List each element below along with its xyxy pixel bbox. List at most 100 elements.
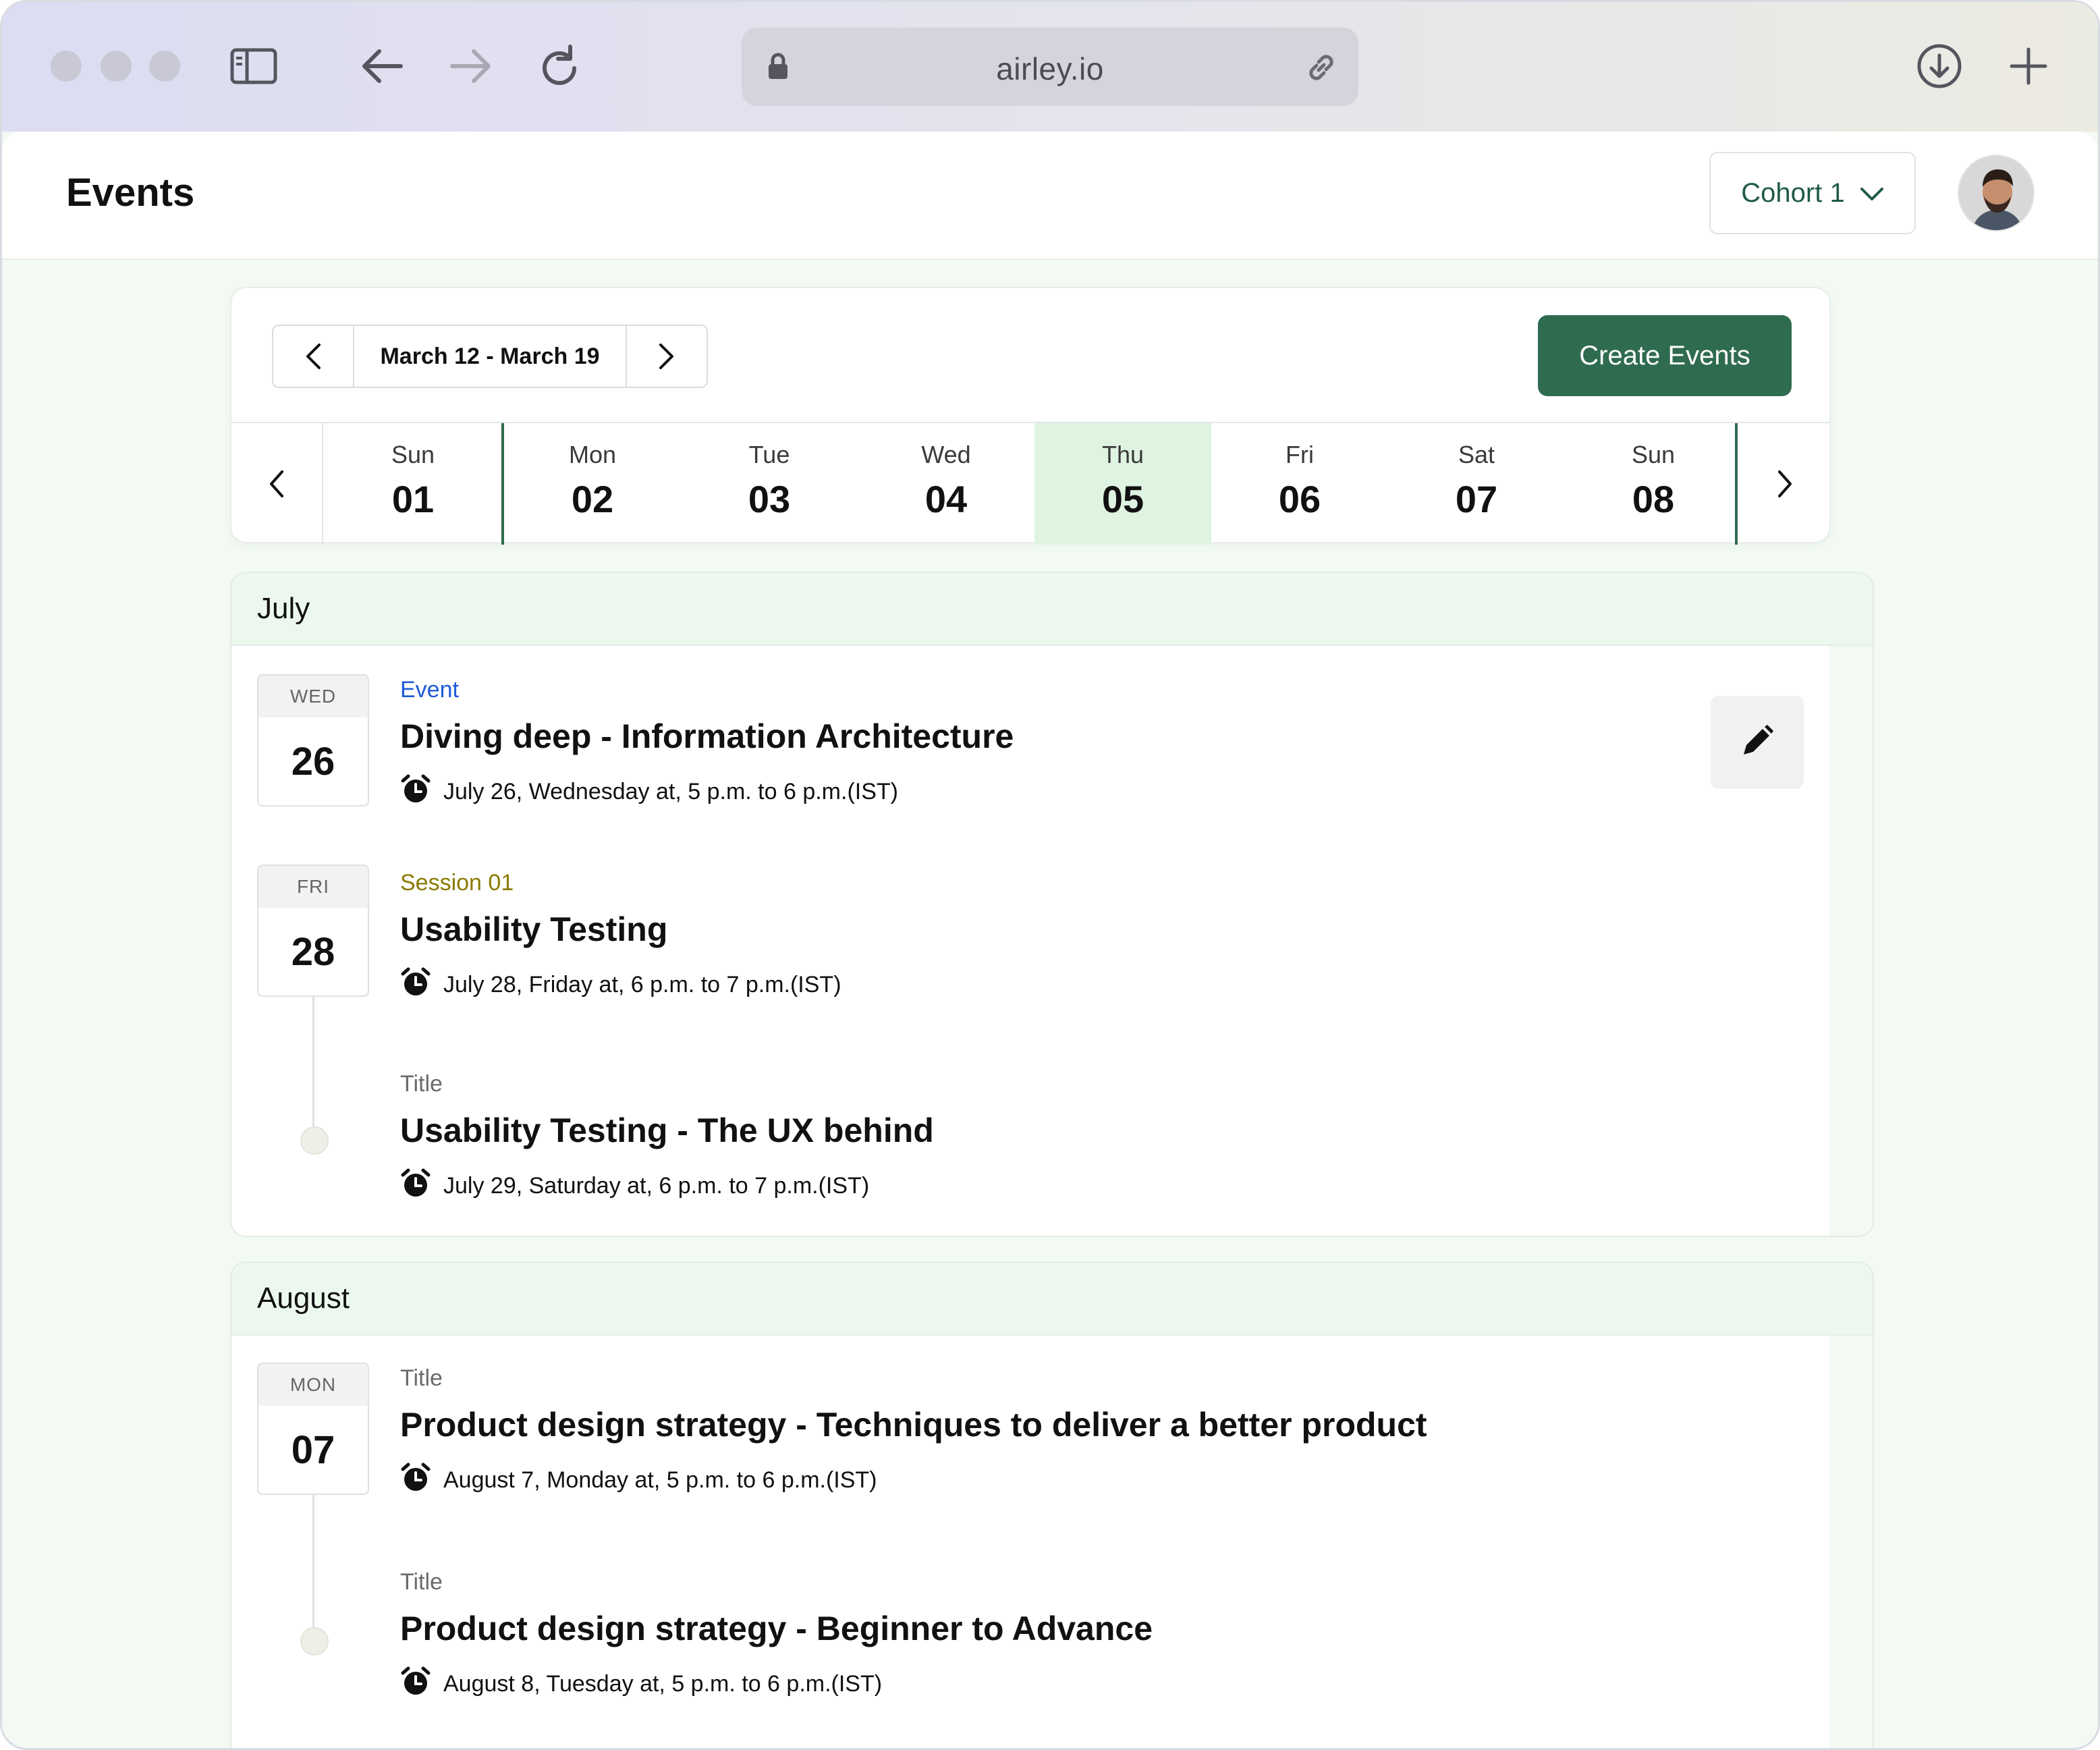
day-strip-prev-button[interactable] [231, 423, 323, 545]
edit-event-button[interactable] [1711, 696, 1804, 789]
alarm-clock-icon [400, 1168, 431, 1205]
day-date: 02 [571, 478, 614, 520]
session-tag: Session 01 [400, 870, 514, 896]
day-date: 07 [1455, 478, 1498, 520]
day-date: 06 [1278, 478, 1321, 520]
date-badge-day: 28 [291, 929, 335, 974]
pencil-icon [1740, 723, 1775, 762]
day-strip-next-button[interactable] [1739, 423, 1831, 545]
event-time-row: August 7, Monday at, 5 p.m. to 6 p.m.(IS… [400, 1462, 1427, 1499]
event-time: July 29, Saturday at, 6 p.m. to 7 p.m.(I… [443, 1173, 870, 1199]
cohort-label: Cohort 1 [1741, 177, 1845, 208]
date-badge-day: 07 [291, 1427, 335, 1472]
day-strip: Sun 01 Mon 02 Tue 03 Wed 04 Thu 05 Fri 0… [231, 422, 1831, 545]
event-time: July 26, Wednesday at, 5 p.m. to 6 p.m.(… [443, 779, 898, 804]
month-heading: August [231, 1263, 1873, 1336]
day-cell-mon-02[interactable]: Mon 02 [504, 423, 681, 545]
month-event-list: MON 07 Title Product design strategy - T… [231, 1336, 1873, 1748]
next-week-button[interactable] [627, 326, 707, 387]
date-badge: MON 07 [257, 1363, 369, 1495]
event-item[interactable]: Title Usability Testing - The UX behind … [400, 1071, 934, 1205]
alarm-clock-icon [400, 966, 431, 1004]
event-title: Usability Testing - The UX behind [400, 1112, 934, 1149]
download-icon[interactable] [1909, 36, 1970, 97]
event-time-row: July 29, Saturday at, 6 p.m. to 7 p.m.(I… [400, 1168, 934, 1205]
address-bar[interactable]: airley.io [742, 28, 1358, 106]
day-cell-fri-06[interactable]: Fri 06 [1211, 423, 1388, 545]
day-cell-sun-01[interactable]: Sun 01 [325, 423, 501, 545]
event-item[interactable]: Session 01 Usability Testing July 28, Fr… [400, 870, 841, 1004]
day-date: 04 [924, 478, 968, 520]
alarm-clock-icon [400, 1462, 431, 1499]
sidebar-toggle-icon[interactable] [223, 36, 284, 97]
date-badge-weekday: FRI [258, 866, 368, 908]
event-title: Usability Testing [400, 910, 668, 948]
url-text: airley.io [996, 51, 1104, 86]
day-date: 05 [1101, 478, 1144, 520]
link-icon[interactable] [1304, 51, 1338, 88]
date-badge-weekday: WED [258, 676, 368, 717]
day-name: Tue [748, 441, 790, 468]
reload-icon[interactable] [530, 36, 590, 97]
event-label: Title [400, 1569, 443, 1595]
cohort-dropdown[interactable]: Cohort 1 [1709, 152, 1916, 234]
timeline-dot [300, 1627, 329, 1656]
event-label: Title [400, 1365, 443, 1391]
browser-window: airley.io Events Cohort 1 March 12 - Mar… [0, 0, 2100, 1750]
event-time-row: July 26, Wednesday at, 5 p.m. to 6 p.m.(… [400, 773, 1014, 811]
event-time-row: August 8, Tuesday at, 5 p.m. to 6 p.m.(I… [400, 1666, 1153, 1703]
avatar[interactable] [1958, 155, 2035, 231]
week-selector-card: March 12 - March 19 Create Events Sun 01… [230, 287, 1831, 545]
date-range-label: March 12 - March 19 [353, 326, 627, 387]
page-title: Events [66, 171, 195, 215]
timeline-dot [300, 1126, 329, 1155]
day-cell-tue-03[interactable]: Tue 03 [681, 423, 858, 545]
day-name: Wed [921, 441, 971, 468]
create-events-button[interactable]: Create Events [1538, 315, 1792, 396]
window-close-dot[interactable] [51, 51, 82, 82]
day-cell-sat-07[interactable]: Sat 07 [1388, 423, 1565, 545]
day-name: Fri [1286, 441, 1314, 468]
back-arrow-icon[interactable] [352, 36, 412, 97]
day-date: 08 [1632, 478, 1675, 520]
timeline-connector [312, 1495, 314, 1630]
day-name: Sat [1458, 441, 1495, 468]
new-tab-plus-icon[interactable] [1998, 36, 2059, 97]
window-maximize-dot[interactable] [149, 51, 180, 82]
alarm-clock-icon [400, 773, 431, 811]
month-section-july: July WED 26 Event Diving deep - Informat… [230, 572, 1874, 1237]
day-cell-thu-05-selected[interactable]: Thu 05 [1034, 423, 1211, 545]
month-event-list: WED 26 Event Diving deep - Information A… [231, 646, 1873, 1236]
event-type-tag: Event [400, 677, 459, 703]
date-range-picker: March 12 - March 19 [272, 325, 708, 388]
event-title: Product design strategy - Beginner to Ad… [400, 1610, 1153, 1647]
month-section-august: August MON 07 Title Product design strat… [230, 1261, 1874, 1748]
date-badge: FRI 28 [257, 865, 369, 997]
date-badge-weekday: MON [258, 1364, 368, 1406]
event-time-row: July 28, Friday at, 6 p.m. to 7 p.m.(IST… [400, 966, 841, 1004]
event-item[interactable]: Event Diving deep - Information Architec… [400, 677, 1014, 811]
chevron-down-icon [1860, 178, 1884, 209]
alarm-clock-icon [400, 1666, 431, 1703]
day-date: 03 [748, 478, 791, 520]
event-time: July 28, Friday at, 6 p.m. to 7 p.m.(IST… [443, 972, 841, 997]
week-end-divider [1735, 423, 1738, 545]
app-header: Events Cohort 1 [2, 132, 2098, 260]
event-item[interactable]: Title Product design strategy - Techniqu… [400, 1365, 1427, 1499]
day-name: Sun [1631, 441, 1676, 468]
day-cell-wed-04[interactable]: Wed 04 [858, 423, 1034, 545]
day-name: Mon [568, 441, 617, 468]
day-name: Thu [1101, 441, 1144, 468]
forward-arrow-icon[interactable] [441, 36, 501, 97]
event-time: August 8, Tuesday at, 5 p.m. to 6 p.m.(I… [443, 1671, 883, 1697]
window-minimize-dot[interactable] [101, 51, 132, 82]
event-time: August 7, Monday at, 5 p.m. to 6 p.m.(IS… [443, 1467, 877, 1493]
previous-week-button[interactable] [273, 326, 353, 387]
date-badge-day: 26 [291, 739, 335, 784]
month-heading: July [231, 573, 1873, 646]
event-title: Product design strategy - Techniques to … [400, 1406, 1427, 1444]
event-item[interactable]: Title Product design strategy - Beginner… [400, 1569, 1153, 1703]
date-badge: WED 26 [257, 674, 369, 806]
day-cell-sun-08[interactable]: Sun 08 [1565, 423, 1742, 545]
event-title: Diving deep - Information Architecture [400, 717, 1014, 755]
